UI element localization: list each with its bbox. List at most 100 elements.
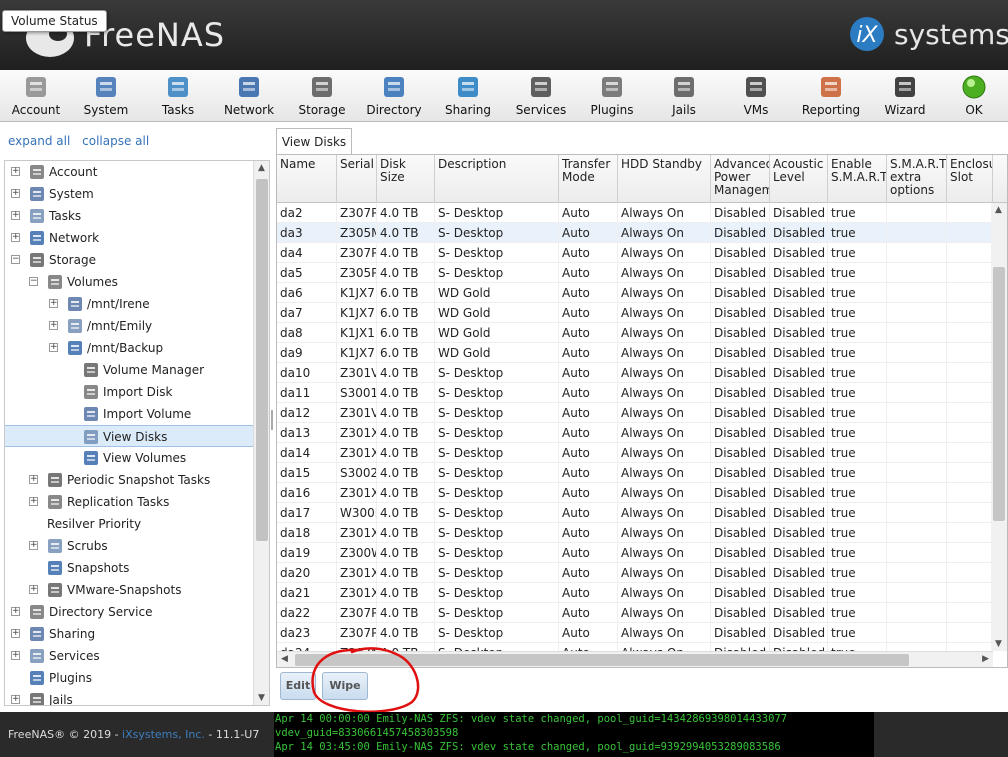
tree-item-vmware-snapshots[interactable]: + VMware-Snapshots <box>5 579 253 601</box>
toolbar-ok-button[interactable]: OK <box>938 74 1008 120</box>
tree-scroll-thumb[interactable] <box>256 179 268 541</box>
tree-item-periodic-snapshot-tasks[interactable]: + Periodic Snapshot Tasks <box>5 469 253 491</box>
toolbar-account-button[interactable]: Account <box>0 74 72 120</box>
expand-icon[interactable]: + <box>11 651 20 660</box>
collapse-all-link[interactable]: collapse all <box>82 134 149 148</box>
tree-item-services[interactable]: + Services <box>5 645 253 667</box>
expand-icon[interactable]: + <box>29 497 38 506</box>
edit-button[interactable]: Edit <box>280 672 316 700</box>
tree-item-mnt-backup[interactable]: + /mnt/Backup <box>5 337 253 359</box>
column-header[interactable]: Transfer Mode <box>559 155 618 203</box>
expand-icon[interactable]: + <box>11 695 20 704</box>
table-row[interactable]: da19Z300W4.0 TBS- DesktopAutoAlways OnDi… <box>277 543 993 563</box>
wipe-button[interactable]: Wipe <box>322 672 368 700</box>
tree-item-mnt-emily[interactable]: + /mnt/Emily <box>5 315 253 337</box>
toolbar-sharing-button[interactable]: Sharing <box>432 74 504 120</box>
tree-item-network[interactable]: + Network <box>5 227 253 249</box>
table-row[interactable]: da13 Z301X 4.0 TB S- Desktop Auto Always On Di… <box>277 423 993 443</box>
table-row[interactable]: da14 Z301X 4.0 TB S- Desktop Auto Always On Di… <box>277 443 993 463</box>
column-header[interactable]: S.M.A.R.T extra options <box>887 155 947 203</box>
expand-icon[interactable]: + <box>49 321 58 330</box>
toolbar-directory-button[interactable]: Directory <box>358 74 430 120</box>
table-row[interactable]: da21 Z301X 4.0 TB S- Desktop Auto Always On Di… <box>277 583 993 603</box>
tree-item-sharing[interactable]: + Sharing <box>5 623 253 645</box>
scroll-up-arrow-icon[interactable]: ▲ <box>258 163 265 173</box>
expand-icon[interactable]: + <box>11 189 20 198</box>
column-header[interactable]: Advanced Power Managem <box>711 155 770 203</box>
table-row[interactable]: da4 Z307P 4.0 TB S- Desktop Auto Always On Dis… <box>277 243 993 263</box>
table-row[interactable]: da22 Z307P 4.0 TB S- Desktop Auto Always On Di… <box>277 603 993 623</box>
expand-icon[interactable]: + <box>29 475 38 484</box>
column-header[interactable]: Description <box>435 155 559 203</box>
table-row[interactable]: da17W300D4.0 TBS- DesktopAutoAlways OnDi… <box>277 503 993 523</box>
expand-icon[interactable]: + <box>29 585 38 594</box>
toolbar-system-button[interactable]: System <box>70 74 142 120</box>
tree-item-mnt-irene[interactable]: + /mnt/Irene <box>5 293 253 315</box>
grid-horizontal-thumb[interactable] <box>295 654 909 666</box>
tree-item-account[interactable]: + Account <box>5 161 253 183</box>
table-row[interactable]: da20 Z301X 4.0 TB S- Desktop Auto Always On Di… <box>277 563 993 583</box>
table-row[interactable]: da8 K1JX1 6.0 TB WD Gold Auto Always On Disabl… <box>277 323 993 343</box>
column-header[interactable]: Disk Size <box>377 155 435 203</box>
toolbar-reporting-button[interactable]: Reporting <box>795 74 867 120</box>
table-row[interactable]: da6 K1JX7 6.0 TB WD Gold Auto Always On Disabl… <box>277 283 993 303</box>
collapse-icon[interactable]: − <box>29 277 38 286</box>
expand-icon[interactable]: + <box>11 233 20 242</box>
table-row[interactable]: da11 S3001 4.0 TB S- Desktop Auto Always On Di… <box>277 383 993 403</box>
table-row[interactable]: da15 S3002 4.0 TB S- Desktop Auto Always On Di… <box>277 463 993 483</box>
toolbar-storage-button[interactable]: Storage <box>286 74 358 120</box>
tree-item-directory-service[interactable]: + Directory Service <box>5 601 253 623</box>
tree-item-replication-tasks[interactable]: + Replication Tasks <box>5 491 253 513</box>
expand-all-link[interactable]: expand all <box>8 134 70 148</box>
toolbar-wizard-button[interactable]: Wizard <box>869 74 941 120</box>
tree-item-resilver-priority[interactable]: Resilver Priority <box>5 513 253 535</box>
expand-icon[interactable]: + <box>49 299 58 308</box>
column-header[interactable]: Serial <box>337 155 377 203</box>
tree-item-import-volume[interactable]: Import Volume <box>5 403 253 425</box>
tree-item-plugins[interactable]: Plugins <box>5 667 253 689</box>
scroll-down-arrow-icon[interactable]: ▼ <box>995 639 1002 649</box>
table-row[interactable]: da3Z305M4.0 TBS- DesktopAutoAlways OnDis… <box>277 223 993 243</box>
column-header[interactable]: HDD Standby <box>618 155 711 203</box>
grid-vertical-thumb[interactable] <box>993 267 1005 521</box>
tree-item-import-disk[interactable]: Import Disk <box>5 381 253 403</box>
table-row[interactable]: da16 Z301X 4.0 TB S- Desktop Auto Always On Di… <box>277 483 993 503</box>
table-row[interactable]: da10 Z301V 4.0 TB S- Desktop Auto Always On Di… <box>277 363 993 383</box>
table-row[interactable]: da18 Z301X 4.0 TB S- Desktop Auto Always On Di… <box>277 523 993 543</box>
table-row[interactable]: da2 Z307P 4.0 TB S- Desktop Auto Always On Dis… <box>277 203 993 223</box>
scroll-up-arrow-icon[interactable]: ▲ <box>995 205 1002 215</box>
toolbar-jails-button[interactable]: Jails <box>648 74 720 120</box>
tree-item-volumes[interactable]: − Volumes <box>5 271 253 293</box>
tree-item-tasks[interactable]: + Tasks <box>5 205 253 227</box>
toolbar-tasks-button[interactable]: Tasks <box>142 74 214 120</box>
grid-horizontal-scrollbar[interactable]: ◀ ▶ <box>277 651 993 667</box>
tree-item-view-disks[interactable]: View Disks <box>5 425 253 447</box>
toolbar-vms-button[interactable]: VMs <box>720 74 792 120</box>
tree-item-system[interactable]: + System <box>5 183 253 205</box>
expand-icon[interactable]: + <box>11 629 20 638</box>
pane-splitter[interactable] <box>271 410 273 430</box>
table-row[interactable]: da9 K1JX7 6.0 TB WD Gold Auto Always On Disabl… <box>277 343 993 363</box>
expand-icon[interactable]: + <box>49 343 58 352</box>
tree-item-volume-manager[interactable]: Volume Manager <box>5 359 253 381</box>
tree-scrollbar[interactable]: ▲ ▼ <box>253 161 269 705</box>
table-row[interactable]: da5 Z305P 4.0 TB S- Desktop Auto Always On Dis… <box>277 263 993 283</box>
tree-item-snapshots[interactable]: Snapshots <box>5 557 253 579</box>
scroll-left-arrow-icon[interactable]: ◀ <box>281 654 288 664</box>
table-row[interactable]: da7 K1JX7 6.0 TB WD Gold Auto Always On Disabl… <box>277 303 993 323</box>
tree-item-jails[interactable]: + Jails <box>5 689 253 705</box>
toolbar-plugins-button[interactable]: Plugins <box>576 74 648 120</box>
column-header[interactable]: Enable S.M.A.R.T <box>828 155 887 203</box>
company-link[interactable]: iXsystems, Inc. <box>122 728 205 741</box>
tree-item-storage[interactable]: − Storage <box>5 249 253 271</box>
expand-icon[interactable]: + <box>11 607 20 616</box>
column-header[interactable]: Acoustic Level <box>770 155 828 203</box>
column-header[interactable]: Name <box>277 155 337 203</box>
expand-icon[interactable]: + <box>29 541 38 550</box>
column-header[interactable]: Enclosu Slot <box>947 155 993 203</box>
expand-icon[interactable]: + <box>11 167 20 176</box>
table-row[interactable]: da23 Z307P 4.0 TB S- Desktop Auto Always On Di… <box>277 623 993 643</box>
toolbar-services-button[interactable]: Services <box>505 74 577 120</box>
tree-item-scrubs[interactable]: + Scrubs <box>5 535 253 557</box>
expand-icon[interactable]: + <box>11 211 20 220</box>
